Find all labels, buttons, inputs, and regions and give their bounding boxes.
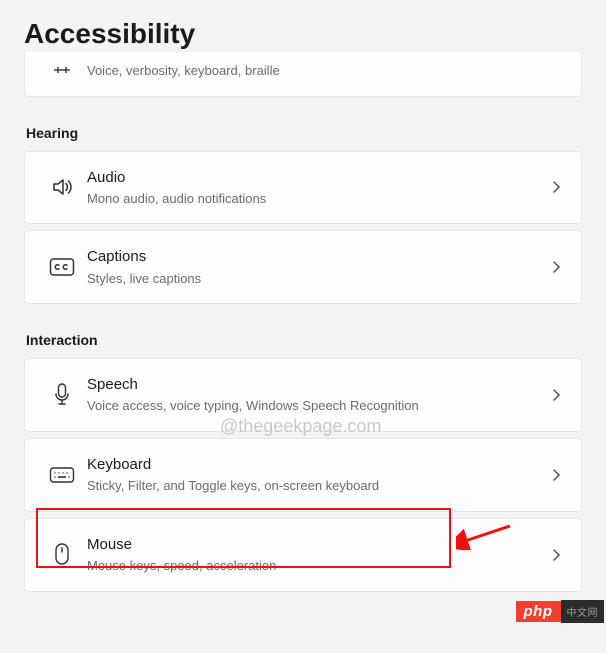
chevron-right-icon [549,260,563,274]
audio-icon [43,175,81,199]
narrator-icon [43,63,81,77]
settings-item-subtitle: Styles, live captions [87,270,549,288]
settings-item-audio[interactable]: Audio Mono audio, audio notifications [24,151,582,225]
keyboard-icon [43,466,81,484]
captions-icon [43,257,81,277]
settings-item-speech[interactable]: Speech Voice access, voice typing, Windo… [24,358,582,432]
settings-item-keyboard[interactable]: Keyboard Sticky, Filter, and Toggle keys… [24,438,582,512]
settings-item-subtitle: Mouse keys, speed, acceleration [87,557,549,575]
settings-item-subtitle: Voice, verbosity, keyboard, braille [87,62,563,80]
section-label-hearing: Hearing [26,125,582,141]
settings-item-subtitle: Voice access, voice typing, Windows Spee… [87,397,549,415]
settings-item-captions[interactable]: Captions Styles, live captions [24,230,582,304]
settings-item-subtitle: Mono audio, audio notifications [87,190,549,208]
settings-item-title: Captions [87,247,549,267]
page-title: Accessibility [24,18,582,50]
settings-item-title: Speech [87,375,549,395]
settings-item-title: Keyboard [87,455,549,475]
mouse-icon [43,542,81,568]
chevron-right-icon [549,388,563,402]
settings-item-narrator-partial[interactable]: Voice, verbosity, keyboard, braille [24,52,582,97]
badge-left: php [516,601,561,622]
microphone-icon [43,382,81,408]
source-badge: php 中文网 [516,600,605,623]
chevron-right-icon [549,468,563,482]
settings-item-title: Mouse [87,535,549,555]
chevron-right-icon [549,548,563,562]
settings-item-title: Audio [87,168,549,188]
settings-item-subtitle: Sticky, Filter, and Toggle keys, on-scre… [87,477,549,495]
section-label-interaction: Interaction [26,332,582,348]
chevron-right-icon [549,180,563,194]
badge-right: 中文网 [561,600,605,623]
settings-item-mouse[interactable]: Mouse Mouse keys, speed, acceleration [24,518,582,592]
